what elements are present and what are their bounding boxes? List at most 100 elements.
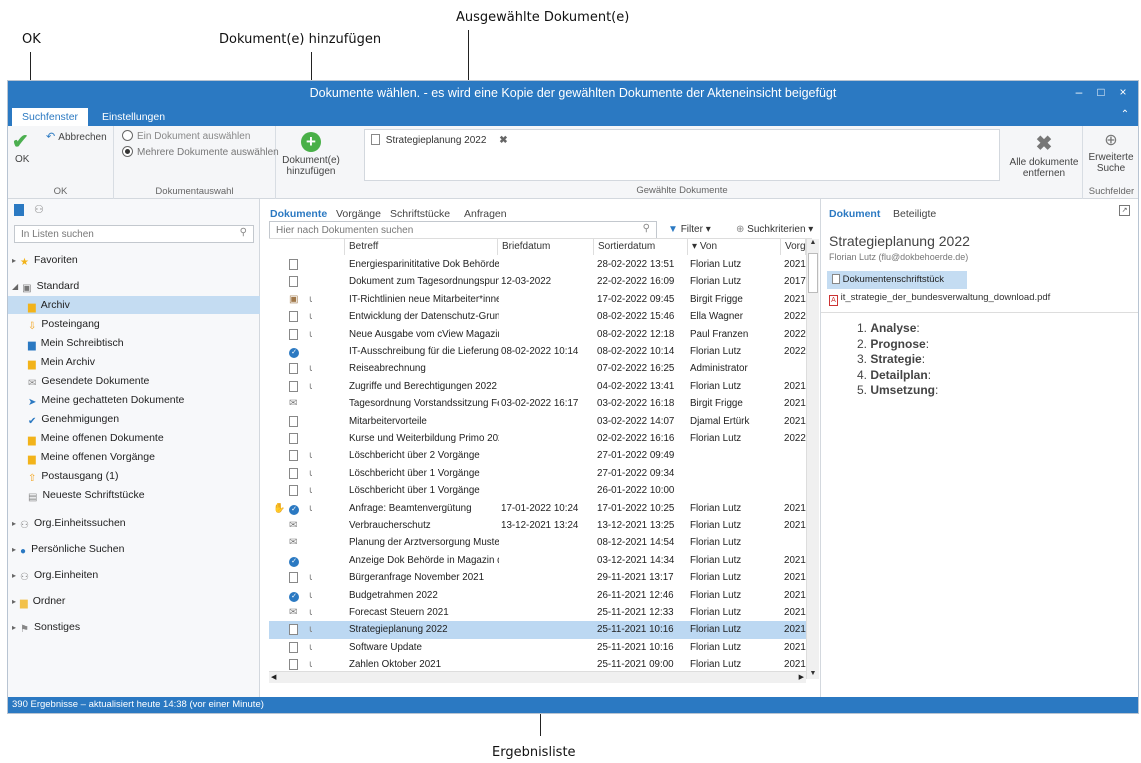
nav-item-archiv[interactable]: ▆ Archiv <box>8 296 260 314</box>
navigation-pane: ⚇ In Listen suchen ⚲ ▸ ★ Favoriten ◢ ▣ Standar… <box>8 199 260 697</box>
ok-button[interactable]: ✔ OK <box>12 132 40 170</box>
expand-arrow-icon[interactable]: ▸ <box>12 545 16 554</box>
table-row[interactable]: ⍳ Zugriffe und Berechtigungen 2022 04-02-2… <box>269 378 806 395</box>
selected-doc-chip[interactable]: Strategieplanung 2022 ✖ <box>371 134 508 146</box>
nav-search-input[interactable]: In Listen suchen ⚲ <box>14 225 254 243</box>
table-row[interactable]: ✉ ⍳ Forecast Steuern 2021 25-11-2021 12:33 F… <box>269 604 806 621</box>
col-briefdatum[interactable]: Briefdatum <box>498 239 594 255</box>
table-row[interactable]: ⍳ Entwicklung der Datenschutz-Grun... 08-0… <box>269 308 806 325</box>
expand-arrow-icon[interactable]: ▸ <box>12 623 16 632</box>
col-betreff[interactable]: Betreff <box>345 239 498 255</box>
maximize-button[interactable]: □ <box>1092 85 1110 99</box>
table-row[interactable]: ▣ ⍳ IT-Richtlinien neue Mitarbeiter*innen 1… <box>269 291 806 308</box>
nav-item-ordner[interactable]: ▸ ▆ Ordner <box>8 592 260 610</box>
nav-item-gechattete-dokumente[interactable]: ➤ Meine gechatteten Dokumente <box>8 391 260 409</box>
collapse-ribbon-icon[interactable]: ⌃ <box>1116 109 1134 120</box>
nav-item-persoenliche-suchen[interactable]: ▸ ● Persönliche Suchen <box>8 540 260 558</box>
document-search-input[interactable]: Hier nach Dokumenten suchen ⚲ <box>269 221 657 239</box>
title-bar: Dokumente wählen. - es wird eine Kopie d… <box>8 81 1138 106</box>
remove-doc-icon[interactable]: ✖ <box>499 135 507 146</box>
table-row[interactable]: Mitarbeitervorteile 03-02-2022 14:07 Djama… <box>269 413 806 430</box>
preview-tab-dokument[interactable]: Dokument <box>829 208 880 220</box>
vertical-scrollbar[interactable]: ▲ ▼ <box>806 239 819 679</box>
tab-dokumente[interactable]: Dokumente <box>270 208 327 220</box>
nav-tree-icon[interactable]: ⚇ <box>34 203 44 216</box>
table-row[interactable]: Dokument zum Tagesordnungspun... 12-03-20… <box>269 273 806 290</box>
file-pdf[interactable]: A it_strategie_der_bundesverwaltung_down… <box>829 292 1050 306</box>
tab-schriftstuecke[interactable]: Schriftstücke <box>390 208 450 220</box>
expand-arrow-icon[interactable]: ◢ <box>12 282 18 291</box>
nav-item-gesendete-dokumente[interactable]: ✉ Gesendete Dokumente <box>8 372 260 390</box>
cancel-button[interactable]: ↶ Abbrechen <box>46 130 107 143</box>
nav-item-org-einheiten[interactable]: ▸ ⚇ Org.Einheiten <box>8 566 260 584</box>
cell-briefdatum: 08-02-2022 10:14 <box>501 346 579 357</box>
attachment-icon: ⍳ <box>309 293 313 305</box>
table-row[interactable]: ⍳ Bürgeranfrage November 2021 29-11-2021 1… <box>269 569 806 586</box>
document-icon <box>289 259 298 271</box>
nav-item-postausgang[interactable]: ⇧ Postausgang (1) <box>8 467 260 485</box>
nav-item-offene-vorgaenge[interactable]: ▆ Meine offenen Vorgänge <box>8 448 260 466</box>
table-row[interactable]: ✉ Tagesordnung Vorstandssitzung Fe... 03-0… <box>269 395 806 412</box>
table-row[interactable]: Kurse und Weiterbildung Primo 2022 02-02-… <box>269 430 806 447</box>
selected-documents-box[interactable]: Strategieplanung 2022 ✖ <box>364 129 1000 181</box>
table-row[interactable]: Energiesparinititative Dok Behörde 28-02-… <box>269 256 806 273</box>
table-row[interactable]: ✓ ⍳ ✋ Anfrage: Beamtenvergütung 17-01-2022 1… <box>269 500 806 517</box>
file-docschrift[interactable]: Dokumentenschriftstück <box>827 271 967 289</box>
remove-all-button[interactable]: ✖ Alle dokumente entfernen <box>1008 134 1080 179</box>
tab-einstellungen[interactable]: Einstellungen <box>92 108 175 126</box>
add-documents-button[interactable]: + Dokument(e) hinzufügen <box>280 132 342 188</box>
table-row[interactable]: ⍳ Neue Ausgabe vom cView Magazin... 08-02-… <box>269 326 806 343</box>
scroll-right-icon[interactable]: ▶ <box>799 673 804 681</box>
tab-anfragen[interactable]: Anfragen <box>464 208 507 220</box>
nav-item-mein-schreibtisch[interactable]: ▆ Mein Schreibtisch <box>8 334 260 352</box>
nav-item-genehmigungen[interactable]: ✔ Genehmigungen <box>8 410 260 428</box>
criteria-button[interactable]: ⊕ Suchkriterien ▾ <box>736 224 813 235</box>
nav-item-mein-archiv[interactable]: ▆ Mein Archiv <box>8 353 260 371</box>
list-colon: : <box>921 352 926 366</box>
table-row[interactable]: ⍳ Strategieplanung 2022 25-11-2021 10:16 Fl… <box>269 621 806 639</box>
table-row[interactable]: ✉ Verbraucherschutz 13-12-2021 13:24 13-12-… <box>269 517 806 534</box>
filter-button[interactable]: ▼ Filter ▾ <box>668 224 711 235</box>
table-row[interactable]: ⍳ Löschbericht über 2 Vorgänge 27-01-2022 … <box>269 447 806 464</box>
col-vorg[interactable]: Vorg <box>781 239 806 255</box>
document-icon <box>289 363 298 375</box>
table-row[interactable]: ⍳ Software Update 25-11-2021 10:16 Florian … <box>269 639 806 656</box>
preview-tab-beteiligte[interactable]: Beteiligte <box>893 208 936 220</box>
nav-item-org-einheitssuchen[interactable]: ▸ ⚇ Org.Einheitssuchen <box>8 514 260 532</box>
table-row[interactable]: ✉ Planung der Arztversorgung Muste... 08-1… <box>269 534 806 551</box>
table-row[interactable]: ⍳ Löschbericht über 1 Vorgänge 27-01-2022 … <box>269 465 806 482</box>
minimize-button[interactable]: – <box>1070 85 1088 99</box>
table-row[interactable]: ⍳ Reiseabrechnung 07-02-2022 16:25 Administ… <box>269 360 806 377</box>
table-row[interactable]: ⍳ Löschbericht über 1 Vorgänge 26-01-2022 … <box>269 482 806 499</box>
nav-item-sonstiges[interactable]: ▸ ⚑ Sonstiges <box>8 618 260 636</box>
table-row[interactable]: ✓ Anzeige Dok Behörde in Magazin d... 03-1… <box>269 552 806 569</box>
radio-single[interactable]: Ein Dokument auswählen <box>122 130 250 142</box>
horizontal-scrollbar[interactable]: ◀ ▶ <box>269 671 806 683</box>
col-sortierdatum[interactable]: Sortierdatum <box>594 239 688 255</box>
tab-suchfenster[interactable]: Suchfenster <box>12 108 89 126</box>
nav-item-standard[interactable]: ◢ ▣ Standard <box>8 277 260 295</box>
scroll-left-icon[interactable]: ◀ <box>271 673 276 681</box>
cell-betreff: Anfrage: Beamtenvergütung <box>349 502 472 514</box>
table-row[interactable]: ✓ ⍳ Budgetrahmen 2022 26-11-2021 12:46 Flori… <box>269 587 806 604</box>
advanced-search-button[interactable]: ⊕ Erweiterte Suche <box>1083 132 1138 174</box>
nav-item-posteingang[interactable]: ⇩ Posteingang <box>8 315 260 333</box>
expand-arrow-icon[interactable]: ▸ <box>12 256 16 265</box>
popout-icon[interactable]: ↗ <box>1119 205 1130 216</box>
expand-arrow-icon[interactable]: ▸ <box>12 519 16 528</box>
attachment-icon: ⍳ <box>309 589 313 601</box>
scroll-down-icon[interactable]: ▼ <box>807 670 819 677</box>
close-button[interactable]: × <box>1114 85 1132 99</box>
expand-arrow-icon[interactable]: ▸ <box>12 597 16 606</box>
table-row[interactable]: ✓ IT-Ausschreibung für die Lieferung... 08… <box>269 343 806 360</box>
nav-item-favoriten[interactable]: ▸ ★ Favoriten <box>8 251 260 269</box>
nav-item-offene-dokumente[interactable]: ▆ Meine offenen Dokumente <box>8 429 260 447</box>
nav-item-neueste-schriftstuecke[interactable]: ▤ Neueste Schriftstücke <box>8 486 260 504</box>
tab-vorgaenge[interactable]: Vorgänge <box>336 208 381 220</box>
scroll-up-icon[interactable]: ▲ <box>807 239 819 246</box>
col-von[interactable]: ▾ Von <box>688 239 781 255</box>
scroll-thumb[interactable] <box>808 253 818 293</box>
nav-doc-icon[interactable] <box>14 204 24 216</box>
radio-multi[interactable]: Mehrere Dokumente auswählen <box>122 146 279 158</box>
expand-arrow-icon[interactable]: ▸ <box>12 571 16 580</box>
